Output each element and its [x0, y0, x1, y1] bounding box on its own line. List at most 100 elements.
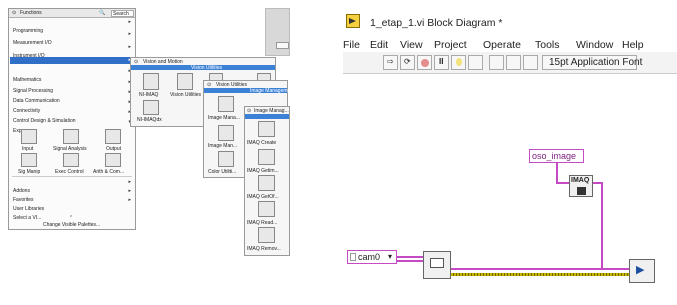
- category-signal-processing[interactable]: Signal Processing▸: [13, 79, 131, 94]
- item-user-libraries[interactable]: User Libraries ▸: [13, 197, 131, 212]
- error-wire: [451, 273, 629, 276]
- output-icon[interactable]: [105, 129, 121, 144]
- search-icon[interactable]: 🔍: [99, 10, 105, 16]
- image-management-palette: ⊙ Image Manag... IMAQ Create IMAQ Getim.…: [244, 106, 290, 256]
- run-continuously-icon[interactable]: ⟳: [400, 55, 415, 70]
- imaq-remove-icon[interactable]: [258, 227, 275, 243]
- highlight-execution-icon[interactable]: [451, 55, 466, 70]
- step-out-icon[interactable]: [523, 55, 538, 70]
- category-control-design[interactable]: Control Design & Simulation▸: [13, 109, 131, 124]
- font-selector[interactable]: 15pt Application Font: [542, 55, 642, 70]
- imaq-read-icon[interactable]: [258, 201, 275, 217]
- search-label: Search: [113, 11, 129, 17]
- express-icon-label: Signal Analysis: [53, 146, 87, 152]
- font-selector-label: 15pt Application Font: [549, 57, 643, 68]
- camera-control[interactable]: cam0 ▾: [347, 250, 397, 264]
- menu-window[interactable]: Window: [576, 39, 613, 51]
- category-instrument-io[interactable]: Instrument I/O ▸: [13, 44, 131, 59]
- palette-band: [245, 114, 289, 119]
- chevron-right-icon: ▸: [128, 179, 131, 185]
- run-arrow-icon[interactable]: ⇨: [383, 55, 398, 70]
- express-icon-label: Output: [106, 146, 122, 152]
- menu-project[interactable]: Project: [434, 39, 467, 51]
- category-programming[interactable]: Programming ▸: [13, 19, 131, 34]
- imaq-create-icon: [577, 187, 586, 195]
- menu-help[interactable]: Help: [622, 39, 644, 51]
- palette-icon-label: IMAQ Read...: [247, 220, 278, 226]
- menu-edit[interactable]: Edit: [370, 39, 388, 51]
- palette-band: Image Management: [204, 88, 294, 94]
- band-label: Vision Utilities: [191, 65, 223, 71]
- arith-compare-icon[interactable]: [105, 153, 121, 167]
- pin-icon[interactable]: ⊙: [12, 10, 16, 16]
- item-favorites[interactable]: Favorites ▸: [13, 188, 131, 203]
- image-management-icon[interactable]: [218, 96, 234, 112]
- category-mathematics[interactable]: Mathematics▸: [13, 68, 131, 83]
- palette-icon-label: NI-IMAQ: [139, 92, 159, 98]
- collapse-icon[interactable]: ⌃: [69, 215, 73, 221]
- input-icon[interactable]: [21, 129, 37, 144]
- palette-icon-label: NI-IMAQdx: [137, 117, 162, 123]
- palette-icon-label: Color Utiliti...: [208, 169, 237, 175]
- imaq-create-icon[interactable]: [258, 121, 275, 137]
- category-connectivity[interactable]: Connectivity▸: [13, 99, 131, 114]
- string-wire: [556, 163, 558, 183]
- string-constant[interactable]: oso_image: [529, 149, 584, 163]
- ni-imaqdx-icon[interactable]: [143, 100, 159, 115]
- ni-imaq-icon[interactable]: [143, 73, 159, 90]
- change-visible-palettes-link[interactable]: Change Visible Palettes...: [43, 222, 100, 228]
- search-button[interactable]: Search: [111, 10, 134, 17]
- menu-operate[interactable]: Operate: [483, 39, 521, 51]
- menu-tools[interactable]: Tools: [535, 39, 560, 51]
- menu-view[interactable]: View: [400, 39, 423, 51]
- retain-wire-values-icon[interactable]: [468, 55, 483, 70]
- palette-icon-label: Image Man...: [208, 143, 238, 149]
- palette-band: Vision Utilities: [131, 65, 275, 71]
- imaqdx-grab-node[interactable]: ▶: [629, 259, 655, 283]
- camera-control-value: cam0: [358, 252, 381, 262]
- step-over-icon[interactable]: [506, 55, 521, 70]
- category-data-communication[interactable]: Data Communication▸: [13, 89, 131, 104]
- image-wire: [601, 182, 603, 270]
- functions-title: Functions: [20, 10, 42, 16]
- menu-bar: File Edit View Project Operate Tools Win…: [343, 39, 677, 51]
- imaqdx-open-node[interactable]: [423, 251, 451, 279]
- functions-palette: ⊙ Functions 🔍 Search Programming ▸ Measur…: [8, 8, 136, 230]
- block-diagram-canvas[interactable]: oso_image IMAQ cam0 ▾ ▶: [343, 75, 677, 305]
- imaq-getoffset-icon[interactable]: [258, 175, 275, 191]
- category-express[interactable]: Express▾: [13, 119, 131, 134]
- vision-utilities-icon[interactable]: [177, 73, 193, 90]
- abort-icon[interactable]: [417, 55, 432, 70]
- item-addons[interactable]: Addons ▸: [13, 179, 131, 194]
- chevron-right-icon: ▸: [128, 19, 131, 25]
- image-manipulation-icon[interactable]: [218, 125, 234, 141]
- color-utilities-icon[interactable]: [218, 151, 234, 167]
- palette-icon-label: IMAQ Getim...: [247, 168, 279, 174]
- pause-icon[interactable]: II: [434, 55, 449, 70]
- vi-icon: [346, 14, 360, 28]
- category-measurement-io[interactable]: Measurement I/O ▸: [13, 31, 131, 46]
- chevron-right-icon: ▸: [128, 188, 131, 194]
- category-vision-and-motion[interactable]: Vision and Motion▸: [13, 57, 131, 72]
- imaq-getimage-icon[interactable]: [258, 149, 275, 165]
- io-icon: [350, 253, 356, 261]
- chevron-down-icon[interactable]: ▾: [388, 252, 392, 262]
- item-select-a-vi[interactable]: Select a VI...: [13, 206, 131, 221]
- menu-file[interactable]: File: [343, 39, 360, 51]
- band-label: Image Management: [250, 88, 295, 94]
- exec-control-icon[interactable]: [63, 153, 79, 167]
- palette-icon-label: Image Mana...: [208, 115, 240, 121]
- divider: [12, 176, 132, 177]
- item-label: Select a VI...: [13, 215, 42, 221]
- palette-icon-label: IMAQ Create: [247, 140, 277, 146]
- sig-manip-icon[interactable]: [21, 153, 37, 167]
- palette-icon-label: IMAQ Remov...: [247, 246, 281, 252]
- background-window: [265, 8, 290, 56]
- signal-analysis-icon[interactable]: [63, 129, 79, 144]
- camera-icon: [430, 258, 444, 268]
- toolbar: ⇨ ⟳ II 15pt Application Font: [343, 52, 677, 74]
- express-icon-label: Input: [22, 146, 34, 152]
- step-into-icon[interactable]: [489, 55, 504, 70]
- search-button[interactable]: [276, 42, 289, 49]
- imaq-create-node[interactable]: IMAQ: [569, 175, 593, 197]
